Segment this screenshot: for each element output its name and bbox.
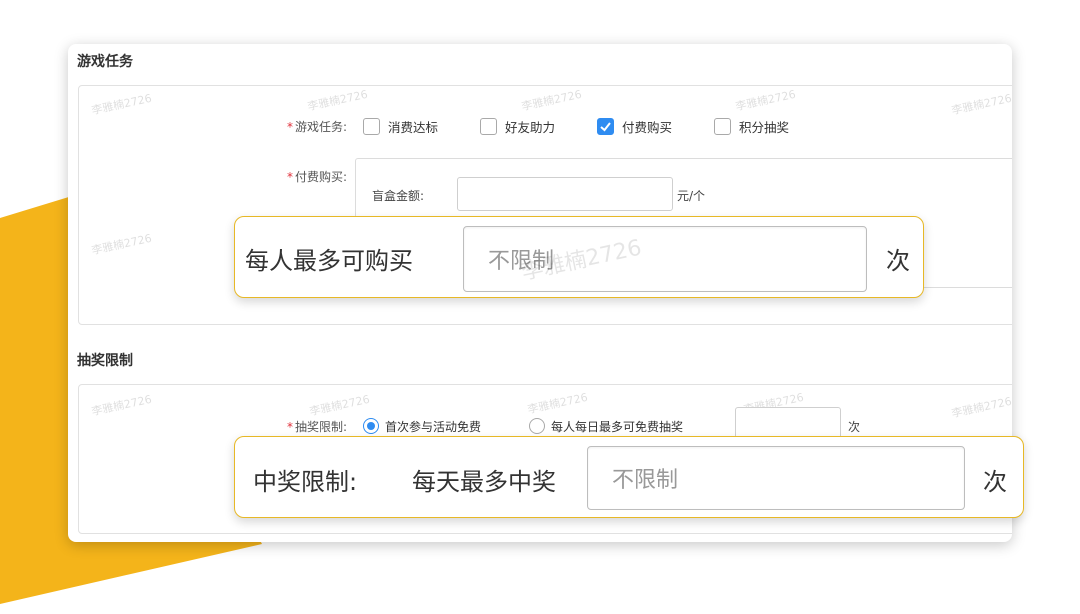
checkbox-box[interactable] [714,117,731,135]
watermark: 李雅楠2726 [90,231,153,258]
section-title-game-task: 游戏任务 [77,54,133,70]
section-title-lottery-limit: 抽奖限制 [77,353,133,369]
max-purchase-input[interactable]: 不限制 [463,226,867,292]
callout-max-purchase: 每人最多可购买 不限制 次 [234,216,924,298]
box-amount-unit: 元/个 [677,189,706,203]
checkbox-label: 付费购买 [622,119,673,135]
max-purchase-placeholder: 不限制 [488,249,555,274]
max-wins-per-day-label: 每天最多中奖 [412,468,556,496]
paid-purchase-label: * 付费购买: [286,170,347,184]
radio-circle[interactable] [363,418,379,434]
box-amount-input[interactable] [457,177,673,211]
watermark: 李雅楠2726 [734,87,797,114]
win-limit-label: 中奖限制: [253,468,358,496]
max-wins-placeholder: 不限制 [612,468,679,493]
checkbox-friend-help[interactable]: 好友助力 [480,116,555,136]
watermark: 李雅楠2726 [526,390,589,417]
lottery-limit-label: * 抽奖限制: [286,420,347,434]
checkmark-icon [600,121,611,131]
box-amount-label: 盲盒金额: [372,189,425,203]
watermark: 李雅楠2726 [950,91,1012,118]
checkbox-label: 积分抽奖 [739,119,790,135]
radio-daily-free[interactable]: 每人每日最多可免费抽奖 [529,416,683,436]
max-purchase-label: 每人最多可购买 [245,247,413,275]
watermark: 李雅楠2726 [90,392,153,419]
max-wins-unit: 次 [983,468,1007,496]
watermark: 李雅楠2726 [308,392,371,419]
checkbox-label: 消费达标 [388,119,439,135]
checkbox-label: 好友助力 [505,119,556,135]
checkbox-points-lottery[interactable]: 积分抽奖 [714,116,789,136]
game-task-label: * 游戏任务: [286,120,347,134]
checkbox-box[interactable] [480,117,497,135]
max-wins-input[interactable]: 不限制 [587,446,965,510]
checkbox-box[interactable] [363,117,380,135]
radio-label: 首次参与活动免费 [385,419,482,434]
daily-free-count-input[interactable] [735,407,841,439]
checkbox-paid-purchase[interactable]: 付费购买 [597,116,672,136]
watermark: 李雅楠2726 [520,87,583,114]
callout-win-limit: 中奖限制: 每天最多中奖 不限制 次 [234,436,1024,518]
checkbox-spending-target[interactable]: 消费达标 [363,116,438,136]
max-purchase-unit: 次 [886,247,910,275]
daily-free-unit: 次 [848,420,861,434]
checkbox-box[interactable] [597,117,614,135]
radio-label: 每人每日最多可免费抽奖 [551,419,684,434]
watermark: 李雅楠2726 [90,91,153,118]
radio-first-free[interactable]: 首次参与活动免费 [363,416,481,436]
watermark: 李雅楠2726 [950,394,1012,421]
watermark: 李雅楠2726 [306,87,369,114]
radio-circle[interactable] [529,418,545,434]
